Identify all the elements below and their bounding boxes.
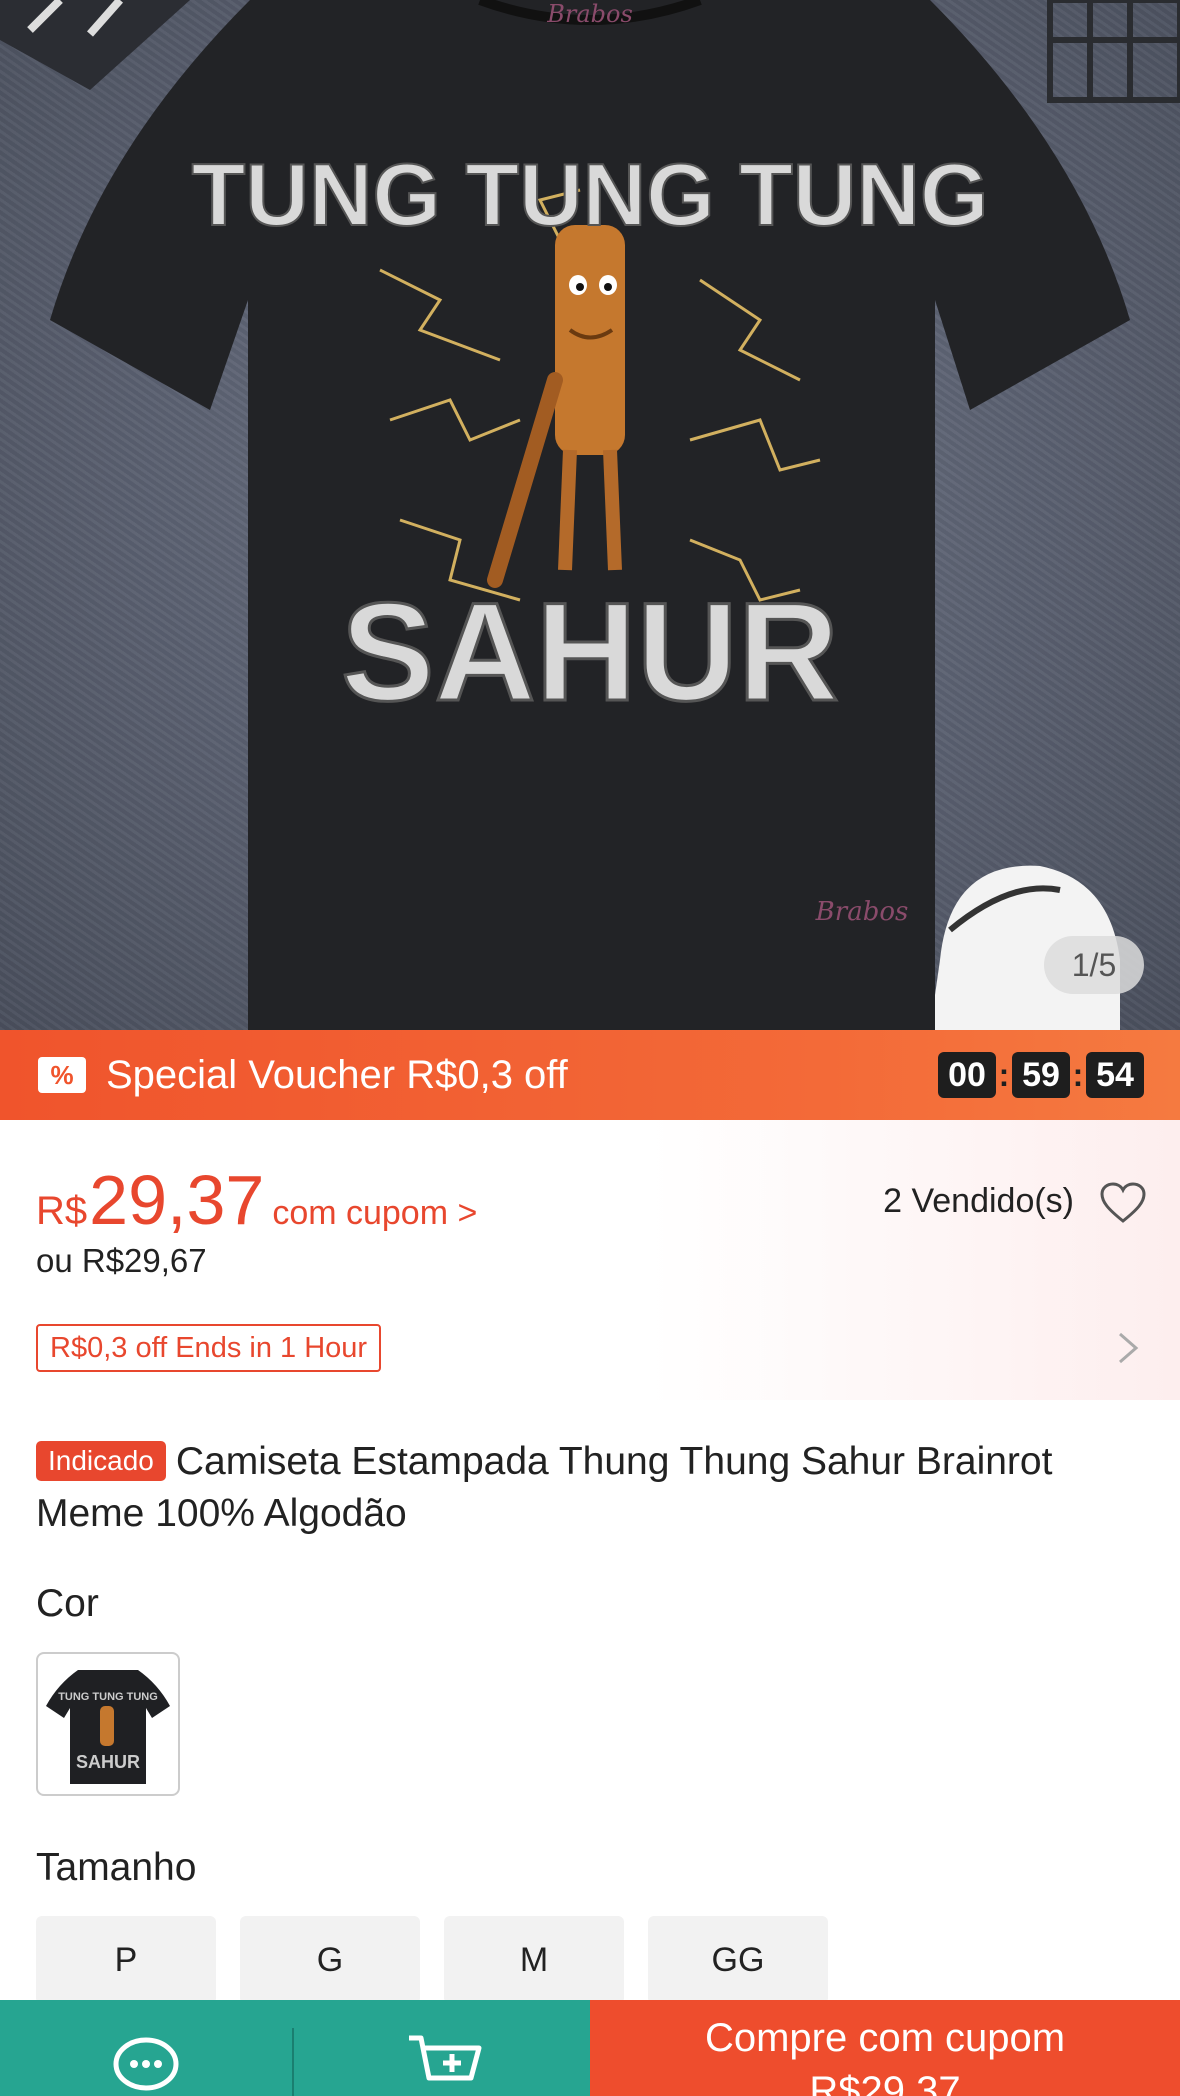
size-option-p[interactable]: P [36, 1916, 216, 2004]
price-row: R$ 29,37 com cupom > [36, 1160, 477, 1240]
coupon-link[interactable]: com cupom > [272, 1194, 477, 1233]
size-option-m[interactable]: M [444, 1916, 624, 2004]
print-bottom-text: SAHUR [341, 573, 839, 730]
chat-button[interactable] [0, 2000, 295, 2096]
buy-button-label: Compre com cupom [704, 2016, 1066, 2060]
product-title: Camiseta Estampada Thung Thung Sahur Bra… [36, 1440, 1053, 1535]
sold-count: 2 Vendido(s) [883, 1182, 1074, 1220]
alternate-price: ou R$29,67 [36, 1242, 207, 1279]
size-options: P G M GG [36, 1916, 852, 2004]
chat-icon [113, 2037, 179, 2091]
buy-with-coupon-button[interactable]: Compre com cupom R$29,37 [590, 2000, 1180, 2096]
add-to-cart-button[interactable] [295, 2000, 590, 2096]
color-label: Cor [36, 1582, 99, 1625]
chevron-right-icon[interactable] [1116, 1330, 1140, 1366]
buy-button-price: R$29,37 [809, 2069, 961, 2096]
product-photo: TUNG TUNG TUNG SAHUR Brabos Brabos [0, 0, 1180, 1030]
timer-hours: 00 [938, 1052, 996, 1098]
add-to-cart-icon [409, 2035, 482, 2081]
svg-text:SAHUR: SAHUR [76, 1752, 140, 1772]
bottom-action-bar: Compre com cupom R$29,37 [0, 2000, 1180, 2096]
heart-icon[interactable] [1100, 1182, 1146, 1224]
print-top-text: TUNG TUNG TUNG [192, 145, 989, 244]
timer-separator: : [998, 1056, 1010, 1093]
brand-mark: Brabos [815, 897, 909, 927]
color-option-thumbnail[interactable]: TUNG TUNG TUNG SAHUR [36, 1652, 180, 1796]
tshirt-thumbnail-image: TUNG TUNG TUNG SAHUR [46, 1670, 170, 1784]
svg-text:Brabos: Brabos [546, 0, 633, 28]
size-option-g[interactable]: G [240, 1916, 420, 2004]
size-option-gg[interactable]: GG [648, 1916, 828, 2004]
voucher-text: Special Voucher R$0,3 off [106, 1052, 568, 1097]
product-image-gallery[interactable]: TUNG TUNG TUNG SAHUR Brabos Brabos 1/5 [0, 0, 1180, 1030]
special-voucher-bar[interactable]: % Special Voucher R$0,3 off 00 : 59 : 54 [0, 1030, 1180, 1120]
price-section: R$ 29,37 com cupom > ou R$29,67 2 Vendid… [0, 1120, 1180, 1400]
timer-separator: : [1072, 1056, 1084, 1093]
bottom-bar-divider [292, 2028, 294, 2096]
countdown-timer: 00 : 59 : 54 [938, 1052, 1144, 1098]
product-title-block: Indicado Camiseta Estampada Thung Thung S… [36, 1436, 1146, 1540]
price-value: 29,37 [89, 1161, 265, 1239]
size-label: Tamanho [36, 1846, 197, 1889]
price-currency: R$ [36, 1189, 88, 1233]
discount-ends-badge: R$0,3 off Ends in 1 Hour [36, 1324, 382, 1372]
recommended-tag: Indicado [36, 1441, 166, 1481]
voucher-percent-icon: % [38, 1057, 86, 1093]
timer-minutes: 59 [1012, 1052, 1070, 1098]
timer-seconds: 54 [1086, 1052, 1144, 1098]
svg-text:TUNG TUNG TUNG: TUNG TUNG TUNG [58, 1691, 158, 1703]
image-counter: 1/5 [1044, 936, 1144, 994]
